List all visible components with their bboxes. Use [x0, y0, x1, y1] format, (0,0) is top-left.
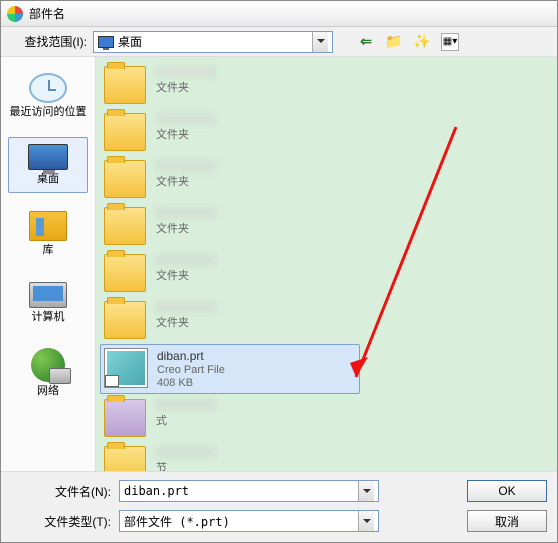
new-folder-icon[interactable]: ✨ [413, 33, 431, 51]
network-icon [31, 348, 65, 382]
folder-icon [104, 160, 146, 198]
folder-icon [104, 254, 146, 292]
look-in-label: 查找范围(I): [7, 33, 87, 50]
list-item[interactable]: 文件夹 [100, 62, 360, 108]
filename-input[interactable]: diban.prt [119, 480, 379, 502]
desktop-icon [98, 36, 114, 48]
look-in-toolbar: 查找范围(I): 桌面 ⇐ 📁 ✨ ▦▾ [1, 27, 557, 57]
folder-icon [104, 207, 146, 245]
folder-icon [104, 301, 146, 339]
recent-icon [29, 73, 67, 103]
list-item[interactable]: 节 [100, 442, 360, 471]
place-libraries[interactable]: 库 [8, 205, 88, 263]
list-item[interactable]: 文件夹 [100, 109, 360, 155]
bottom-panel: 文件名(N): diban.prt OK 文件类型(T): 部件文件 (*.pr… [1, 471, 557, 542]
list-item-selected[interactable]: diban.prt Creo Part File 408 KB [100, 344, 360, 394]
views-icon[interactable]: ▦▾ [441, 33, 459, 51]
list-item[interactable]: 式 [100, 395, 360, 441]
place-recent[interactable]: 最近访问的位置 [8, 67, 88, 125]
filetype-select[interactable]: 部件文件 (*.prt) [119, 510, 379, 532]
place-computer[interactable]: 计算机 [8, 276, 88, 330]
ok-button[interactable]: OK [467, 480, 547, 502]
title-bar: 部件名 [1, 1, 557, 27]
folder-icon [104, 113, 146, 151]
look-in-select[interactable]: 桌面 [93, 31, 333, 53]
list-item[interactable]: 文件夹 [100, 156, 360, 202]
dialog-title: 部件名 [29, 5, 65, 22]
file-type: Creo Part File [157, 364, 225, 376]
file-name: diban.prt [157, 349, 225, 363]
file-list[interactable]: 文件夹 文件夹 文件夹 文件夹 文件夹 文件夹 diban.prt Creo P… [96, 57, 557, 471]
up-one-level-icon[interactable]: 📁 [385, 33, 403, 51]
chevron-down-icon[interactable] [358, 511, 374, 531]
chevron-down-icon[interactable] [312, 32, 328, 52]
back-icon[interactable]: ⇐ [357, 33, 375, 51]
filename-label: 文件名(N): [11, 483, 111, 500]
place-network[interactable]: 网络 [8, 342, 88, 404]
part-file-icon [105, 349, 147, 387]
folder-icon [104, 399, 146, 437]
place-desktop[interactable]: 桌面 [8, 137, 88, 193]
look-in-value: 桌面 [118, 33, 142, 50]
filetype-label: 文件类型(T): [11, 513, 111, 530]
file-size: 408 KB [157, 377, 225, 389]
folder-icon [104, 66, 146, 104]
file-open-dialog: 部件名 查找范围(I): 桌面 ⇐ 📁 ✨ ▦▾ 最近访问的位置 桌面 [0, 0, 558, 543]
desktop-icon [28, 144, 68, 170]
list-item[interactable]: 文件夹 [100, 297, 360, 343]
cancel-button[interactable]: 取消 [467, 510, 547, 532]
app-icon [7, 6, 23, 22]
list-item[interactable]: 文件夹 [100, 250, 360, 296]
computer-icon [29, 282, 67, 308]
list-item[interactable]: 文件夹 [100, 203, 360, 249]
places-sidebar: 最近访问的位置 桌面 库 计算机 网络 [1, 57, 96, 471]
chevron-down-icon[interactable] [358, 481, 374, 501]
libraries-icon [29, 211, 67, 241]
folder-icon [104, 446, 146, 471]
